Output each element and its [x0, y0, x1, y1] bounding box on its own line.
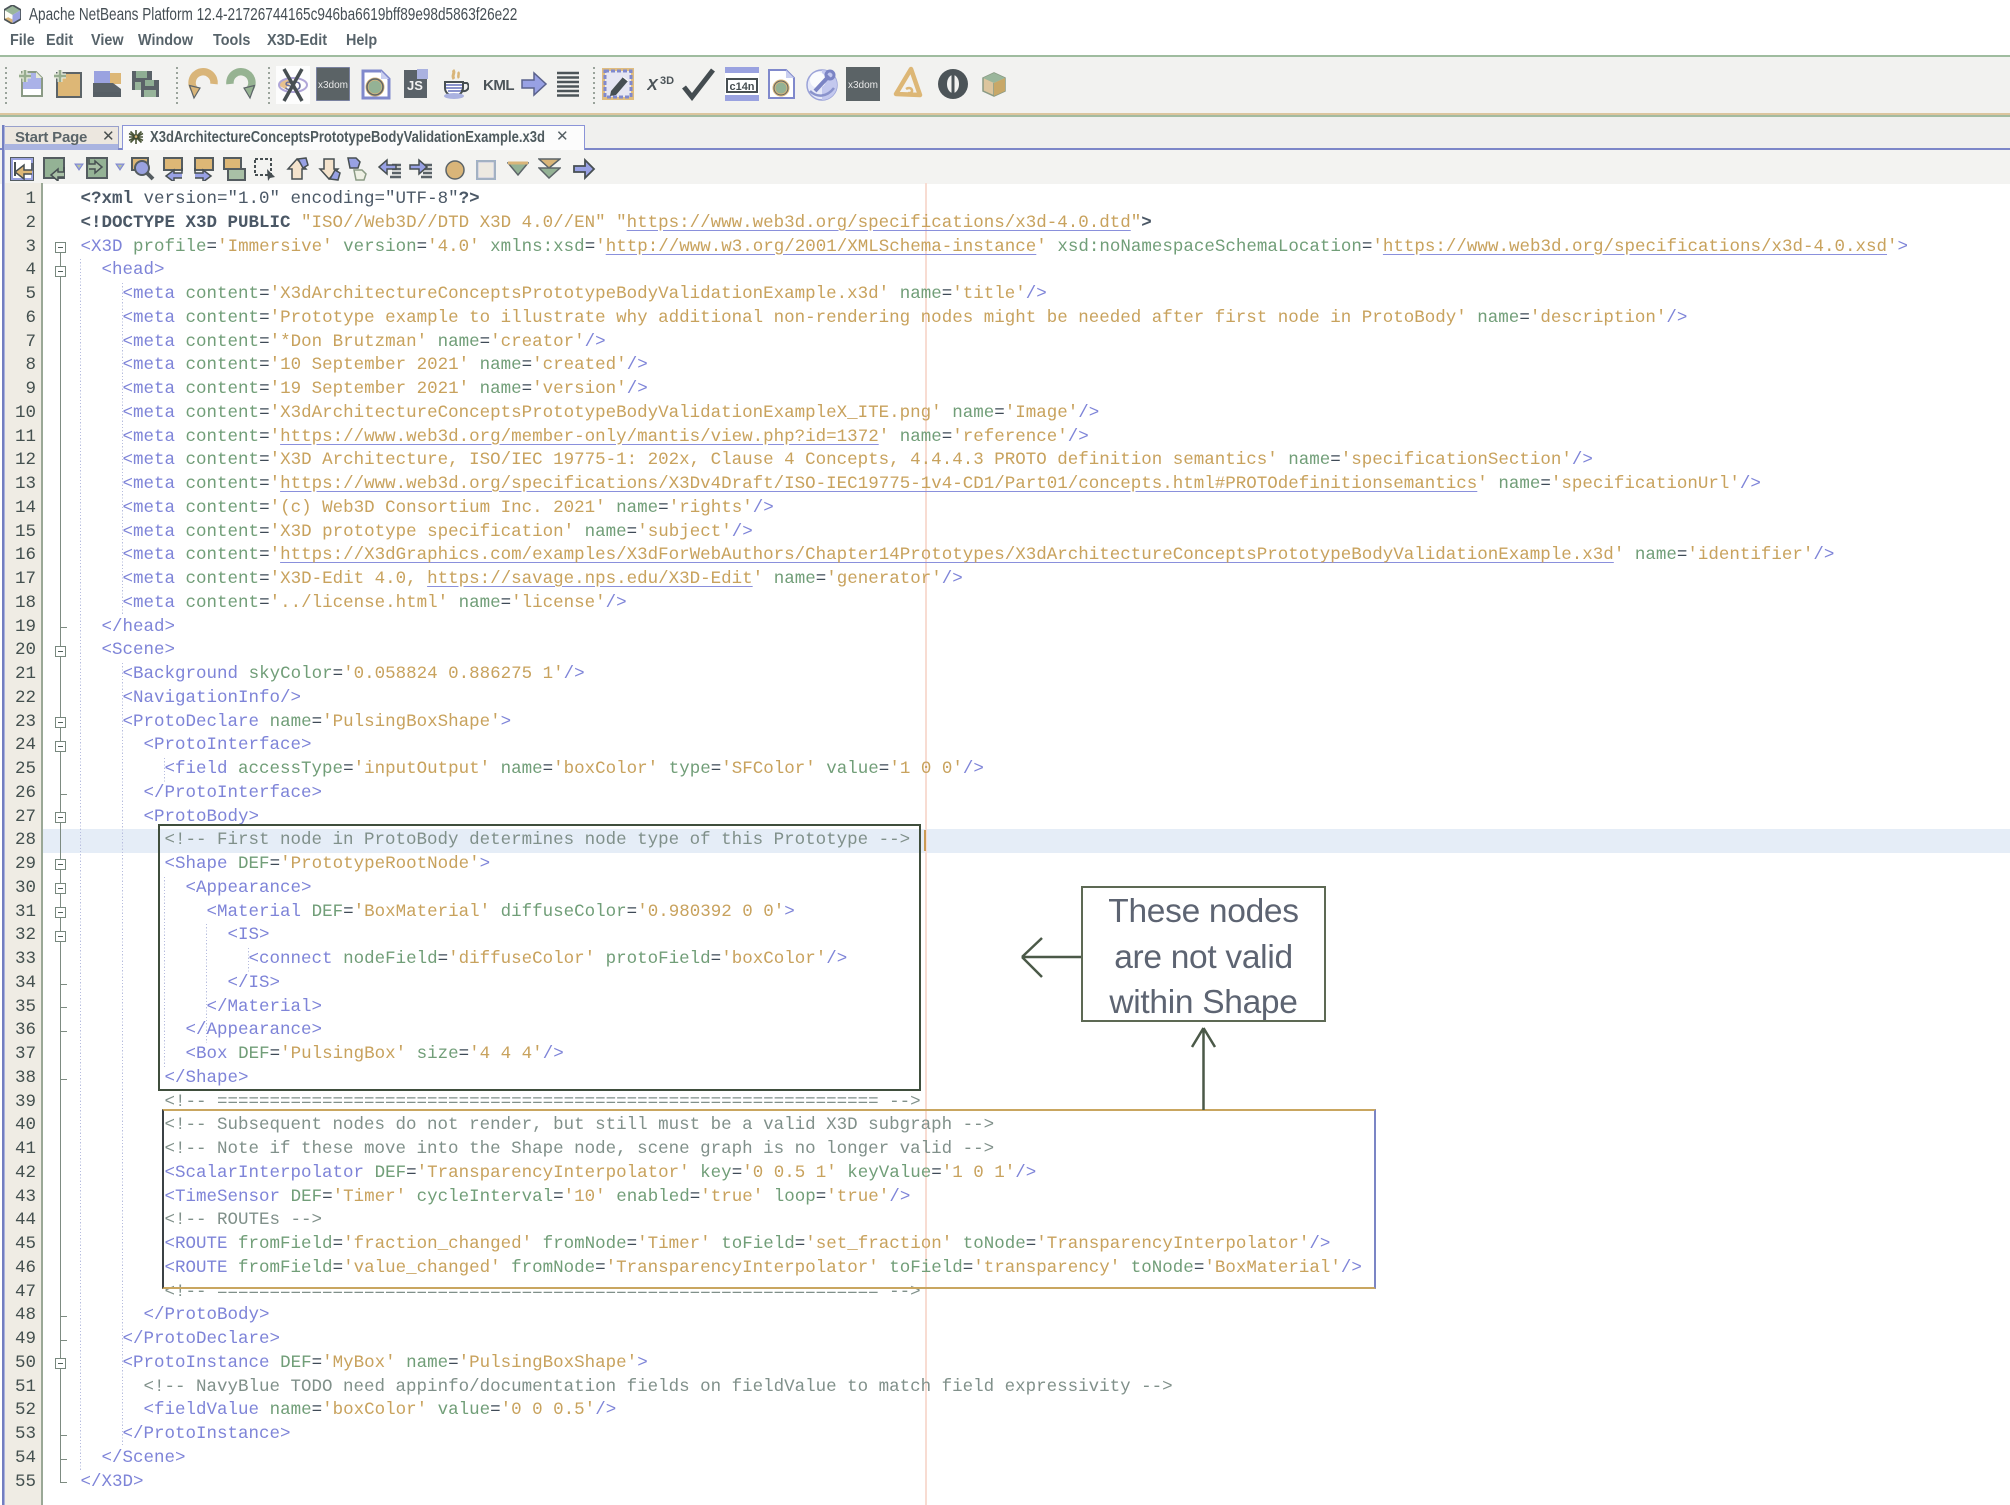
svg-text:c14n: c14n	[729, 81, 754, 93]
svg-text:KML: KML	[483, 77, 514, 94]
svg-text:JS: JS	[407, 78, 423, 93]
svg-text:3D: 3D	[660, 75, 674, 87]
svg-text:x3dom: x3dom	[318, 80, 348, 91]
svg-text:x3dom: x3dom	[848, 80, 878, 91]
svg-text:X: X	[647, 77, 659, 94]
